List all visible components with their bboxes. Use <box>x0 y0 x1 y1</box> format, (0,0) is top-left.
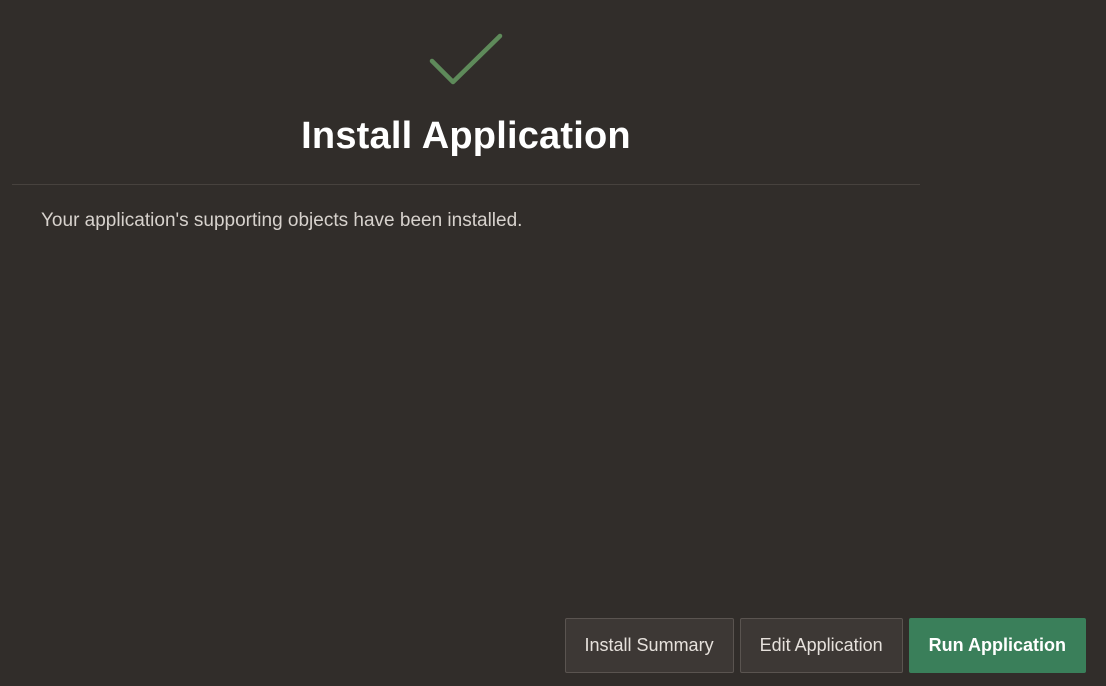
dialog-title: Install Application <box>301 115 631 157</box>
install-summary-button[interactable]: Install Summary <box>564 618 734 673</box>
run-application-button[interactable]: Run Application <box>908 618 1086 673</box>
status-message: Your application's supporting objects ha… <box>41 210 523 231</box>
divider <box>12 184 920 185</box>
edit-application-button[interactable]: Edit Application <box>739 618 903 673</box>
checkmark-icon <box>429 33 503 85</box>
button-bar: Install Summary Edit Application Run App… <box>564 618 1086 673</box>
install-application-dialog: Install Application Your application's s… <box>0 0 1106 686</box>
